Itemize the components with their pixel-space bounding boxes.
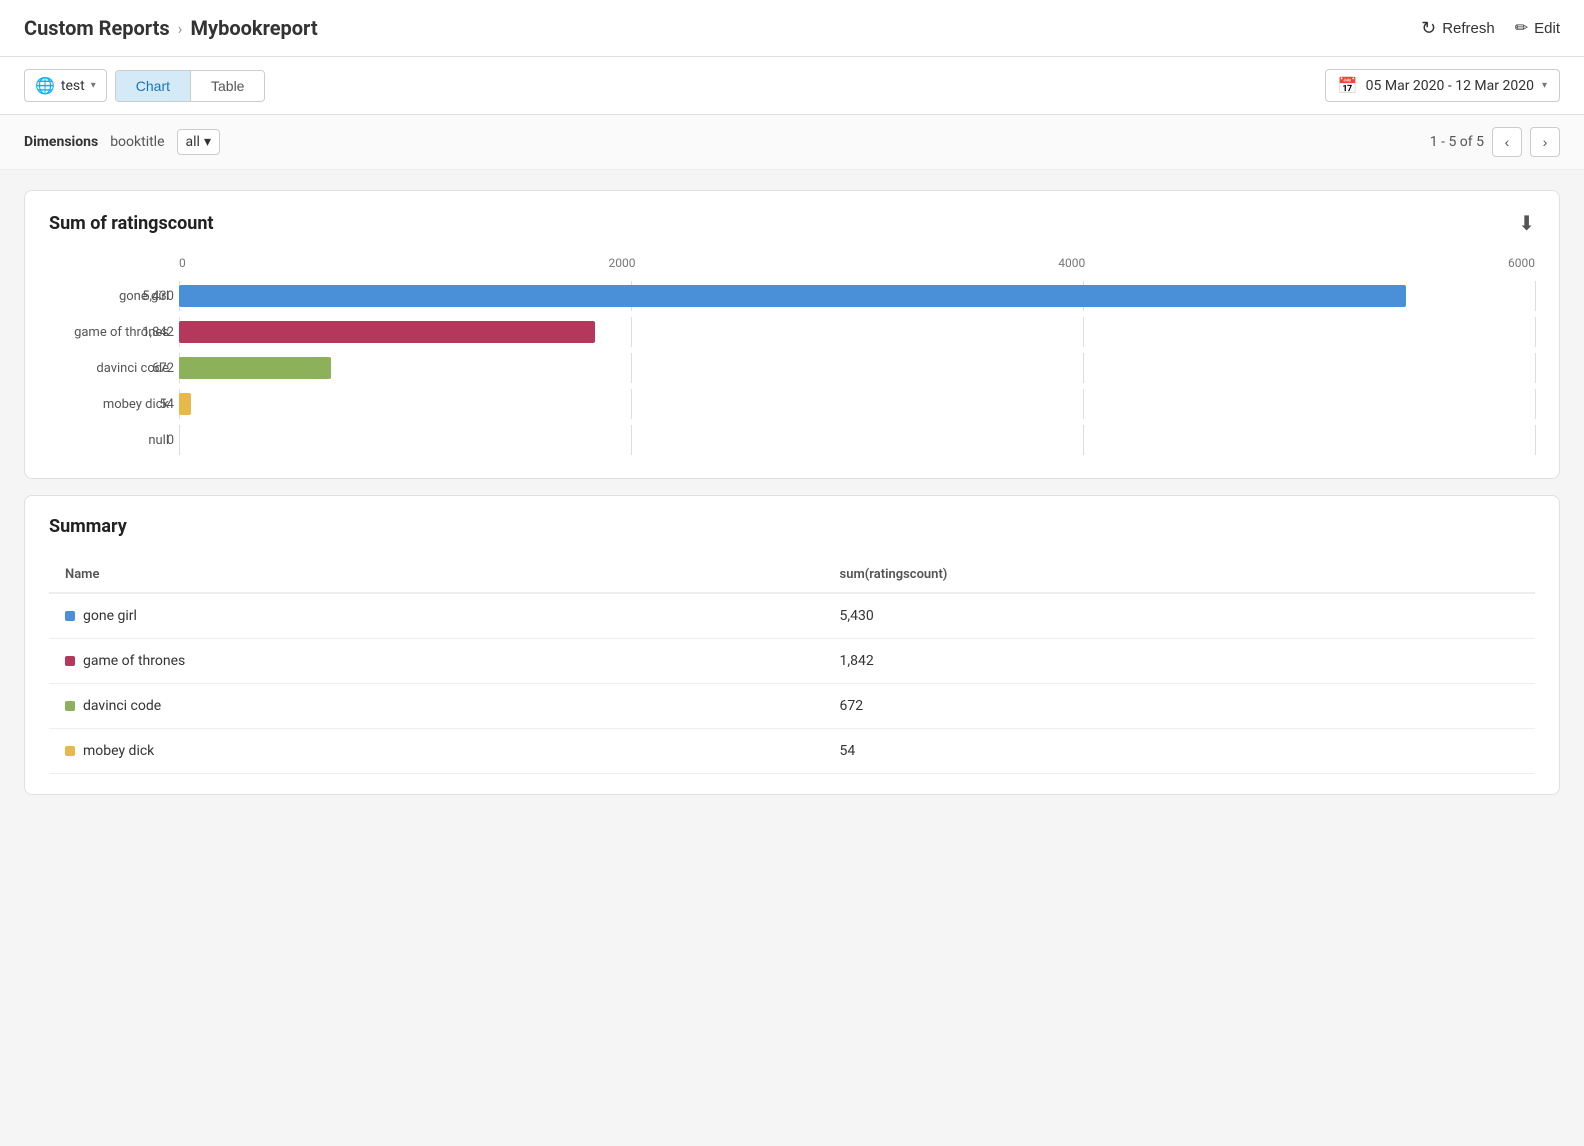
chart-bar-area <box>179 321 1535 343</box>
chart-bar-area <box>179 429 1535 451</box>
download-button[interactable]: ⬇ <box>1518 211 1535 236</box>
chart-area: 0 2000 4000 6000 gone girl5,430game of t… <box>49 256 1535 458</box>
chart-row: null0 <box>179 422 1535 458</box>
col-name-header: Name <box>49 557 824 593</box>
header-actions: ↻ Refresh ✏ Edit <box>1421 18 1560 39</box>
chart-bars: gone girl5,430game of thrones1,842davinc… <box>179 278 1535 458</box>
refresh-button[interactable]: ↻ Refresh <box>1421 18 1495 39</box>
refresh-icon: ↻ <box>1421 18 1436 39</box>
chart-row: gone girl5,430 <box>179 278 1535 314</box>
chart-row-value: 1,842 <box>129 325 174 340</box>
chart-card: Sum of ratingscount ⬇ 0 2000 4000 6000 g… <box>24 190 1560 479</box>
axis-label-2000: 2000 <box>609 256 636 270</box>
download-icon: ⬇ <box>1518 213 1535 235</box>
pagination: 1 - 5 of 5 ‹ › <box>1430 127 1560 157</box>
table-cell-name: game of thrones <box>49 639 824 684</box>
date-range-label: 05 Mar 2020 - 12 Mar 2020 <box>1366 78 1534 94</box>
chart-row-value: 672 <box>129 361 174 376</box>
chart-row: davinci code672 <box>179 350 1535 386</box>
chart-bar <box>179 357 331 379</box>
header-left: Custom Reports › Mybookreport <box>24 16 318 40</box>
chart-bar-area <box>179 285 1535 307</box>
report-name: Mybookreport <box>190 16 317 40</box>
chart-bar <box>179 393 191 415</box>
chart-axis: 0 2000 4000 6000 <box>179 256 1535 270</box>
chart-row: mobey dick54 <box>179 386 1535 422</box>
axis-label-6000: 6000 <box>1508 256 1535 270</box>
table-row: game of thrones1,842 <box>49 639 1535 684</box>
axis-label-4000: 4000 <box>1058 256 1085 270</box>
chart-bar <box>179 321 595 343</box>
env-label: test <box>61 78 85 94</box>
toolbar: 🌐 test ▾ Chart Table 📅 05 Mar 2020 - 12 … <box>0 57 1584 115</box>
env-dropdown-icon: ▾ <box>91 80 96 91</box>
chart-bar <box>179 285 1406 307</box>
table-cell-value: 5,430 <box>824 593 1535 639</box>
table-cell-name: mobey dick <box>49 729 824 774</box>
table-cell-name: davinci code <box>49 684 824 729</box>
chart-row: game of thrones1,842 <box>179 314 1535 350</box>
dimensions-left: Dimensions booktitle all ▾ <box>24 129 220 155</box>
edit-icon: ✏ <box>1515 18 1528 38</box>
prev-page-button[interactable]: ‹ <box>1492 127 1522 157</box>
summary-card: Summary Name sum(ratingscount) gone girl… <box>24 495 1560 795</box>
custom-reports-link[interactable]: Custom Reports <box>24 16 170 40</box>
table-cell-value: 54 <box>824 729 1535 774</box>
table-cell-value: 1,842 <box>824 639 1535 684</box>
col-value-header: sum(ratingscount) <box>824 557 1535 593</box>
dimensions-label: Dimensions <box>24 134 98 150</box>
table-tab[interactable]: Table <box>191 71 264 101</box>
chart-bar-area <box>179 393 1535 415</box>
chart-row-value: 0 <box>129 433 174 448</box>
date-dropdown-icon: ▾ <box>1542 80 1547 91</box>
edit-label: Edit <box>1534 20 1560 37</box>
refresh-label: Refresh <box>1442 20 1495 37</box>
chart-row-value: 54 <box>129 397 174 412</box>
next-page-button[interactable]: › <box>1530 127 1560 157</box>
table-row: gone girl5,430 <box>49 593 1535 639</box>
axis-label-0: 0 <box>179 256 186 270</box>
globe-icon: 🌐 <box>35 76 55 95</box>
chart-card-header: Sum of ratingscount ⬇ <box>49 211 1535 236</box>
pagination-label: 1 - 5 of 5 <box>1430 134 1484 150</box>
dimensions-filter-dropdown[interactable]: all ▾ <box>177 129 220 155</box>
summary-card-header: Summary <box>49 516 1535 537</box>
dimensions-dropdown-icon: ▾ <box>204 134 211 150</box>
edit-button[interactable]: ✏ Edit <box>1515 18 1560 38</box>
header: Custom Reports › Mybookreport ↻ Refresh … <box>0 0 1584 57</box>
table-cell-value: 672 <box>824 684 1535 729</box>
chart-tab[interactable]: Chart <box>116 71 191 101</box>
chart-row-value: 5,430 <box>129 289 174 304</box>
chart-bar-area <box>179 357 1535 379</box>
breadcrumb-chevron: › <box>178 19 183 38</box>
table-row: davinci code672 <box>49 684 1535 729</box>
date-range-selector[interactable]: 📅 05 Mar 2020 - 12 Mar 2020 ▾ <box>1325 69 1560 102</box>
summary-title: Summary <box>49 516 127 537</box>
chart-title: Sum of ratingscount <box>49 213 214 234</box>
dimensions-bar: Dimensions booktitle all ▾ 1 - 5 of 5 ‹ … <box>0 115 1584 170</box>
view-tab-group: Chart Table <box>115 70 266 102</box>
table-cell-name: gone girl <box>49 593 824 639</box>
env-selector[interactable]: 🌐 test ▾ <box>24 69 107 102</box>
toolbar-left: 🌐 test ▾ Chart Table <box>24 69 265 102</box>
main-content: Sum of ratingscount ⬇ 0 2000 4000 6000 g… <box>0 170 1584 815</box>
dimensions-filter-value: all <box>186 134 200 150</box>
dimensions-field: booktitle <box>110 134 164 150</box>
calendar-icon: 📅 <box>1338 76 1358 95</box>
table-row: mobey dick54 <box>49 729 1535 774</box>
summary-table: Name sum(ratingscount) gone girl5,430gam… <box>49 557 1535 774</box>
